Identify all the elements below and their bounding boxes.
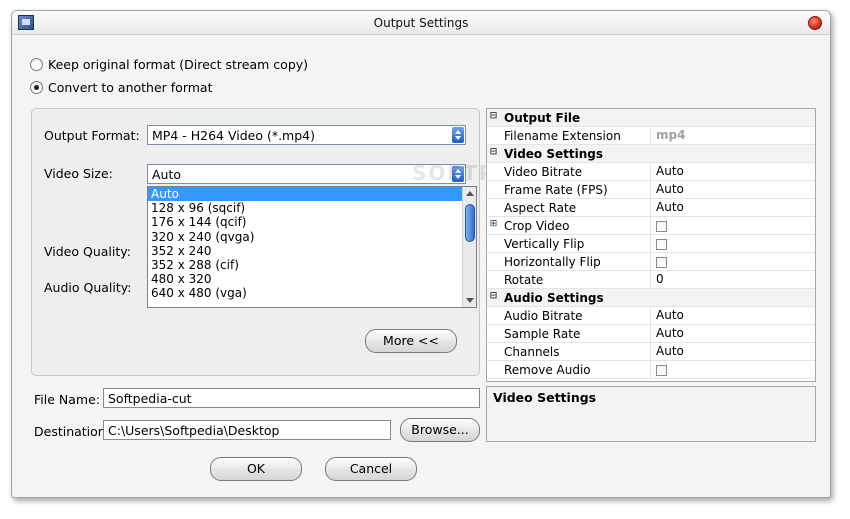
crop-video-checkbox[interactable] — [656, 221, 667, 232]
convert-format-option[interactable]: Convert to another format — [30, 80, 212, 95]
property-name: Vertically Flip — [504, 237, 585, 251]
keep-original-radio[interactable] — [30, 58, 43, 71]
property-value[interactable]: Auto — [650, 163, 815, 181]
property-value — [650, 217, 815, 235]
horizontally-flip-checkbox[interactable] — [656, 257, 667, 268]
property-value[interactable]: Auto — [650, 325, 815, 343]
category-title: Audio Settings — [504, 291, 604, 305]
category-title: Video Settings — [504, 147, 603, 161]
ok-button[interactable]: OK — [210, 457, 302, 481]
audio-quality-label: Audio Quality: — [44, 280, 132, 295]
property-value[interactable]: Auto — [650, 199, 815, 217]
video-size-value: Auto — [152, 167, 182, 182]
property-value[interactable]: 0 — [650, 271, 815, 289]
property-row[interactable]: Sample Rate Auto — [487, 325, 815, 343]
property-name: Frame Rate (FPS) — [504, 183, 608, 197]
property-name: Channels — [504, 345, 560, 359]
convert-format-label: Convert to another format — [48, 80, 213, 95]
property-name: Filename Extension — [504, 129, 621, 143]
dropdown-option[interactable]: Auto — [148, 187, 476, 202]
output-format-label: Output Format: — [44, 128, 140, 143]
property-row[interactable]: Frame Rate (FPS) Auto — [487, 181, 815, 199]
property-row[interactable]: Filename Extension mp4 — [487, 127, 815, 145]
property-value[interactable]: Auto — [650, 343, 815, 361]
property-row[interactable]: Horizontally Flip — [487, 253, 815, 271]
property-value[interactable]: Auto — [650, 307, 815, 325]
cancel-button[interactable]: Cancel — [325, 457, 417, 481]
dropdown-option[interactable]: 320 x 240 (qvga) — [148, 230, 476, 244]
scroll-thumb[interactable] — [465, 204, 475, 242]
remove-audio-checkbox[interactable] — [656, 365, 667, 376]
title-bar[interactable]: Output Settings — [12, 11, 830, 35]
property-row[interactable]: Rotate 0 — [487, 271, 815, 289]
property-grid: ⊟ Output File Filename Extension mp4 ⊟ V… — [486, 108, 816, 382]
category-output-file[interactable]: ⊟ Output File — [487, 109, 815, 127]
destination-input[interactable]: C:\Users\Softpedia\Desktop — [103, 420, 391, 440]
property-row[interactable]: Audio Bitrate Auto — [487, 307, 815, 325]
property-row[interactable]: Video Bitrate Auto — [487, 163, 815, 181]
close-icon[interactable] — [808, 16, 822, 30]
output-format-value: MP4 - H264 Video (*.mp4) — [152, 128, 316, 143]
file-name-label: File Name: — [34, 392, 100, 407]
property-name: Sample Rate — [504, 327, 581, 341]
category-audio-settings[interactable]: ⊟ Audio Settings — [487, 289, 815, 307]
collapse-icon[interactable]: ⊟ — [489, 112, 498, 122]
property-row[interactable]: Channels Auto — [487, 343, 815, 361]
property-name: Audio Bitrate — [504, 309, 583, 323]
convert-format-radio[interactable] — [30, 81, 43, 94]
property-value[interactable]: Auto — [650, 181, 815, 199]
property-name: Aspect Rate — [504, 201, 577, 215]
property-row[interactable]: Aspect Rate Auto — [487, 199, 815, 217]
property-name: Rotate — [504, 273, 544, 287]
category-title: Output File — [504, 111, 581, 125]
property-description: Video Settings — [486, 386, 816, 442]
property-name: Video Bitrate — [504, 165, 583, 179]
property-name: Horizontally Flip — [504, 255, 601, 269]
description-title: Video Settings — [493, 390, 597, 405]
window-title: Output Settings — [373, 16, 469, 30]
vertically-flip-checkbox[interactable] — [656, 239, 667, 250]
video-size-label: Video Size: — [44, 166, 113, 181]
property-value — [650, 253, 815, 271]
keep-original-option[interactable]: Keep original format (Direct stream copy… — [30, 57, 308, 72]
property-value — [650, 235, 815, 253]
keep-original-label: Keep original format (Direct stream copy… — [48, 57, 309, 72]
dropdown-option[interactable]: 640 x 480 (vga) — [148, 286, 476, 300]
output-settings-window: Output Settings Keep original format (Di… — [11, 10, 831, 498]
dropdown-scrollbar[interactable] — [462, 187, 476, 307]
property-name: Remove Audio — [504, 363, 591, 377]
scroll-down-icon[interactable] — [466, 298, 474, 303]
browse-button[interactable]: Browse... — [400, 418, 480, 442]
dropdown-option[interactable]: 480 x 320 — [148, 272, 476, 286]
collapse-icon[interactable]: ⊟ — [489, 148, 498, 158]
dropdown-option[interactable]: 352 x 288 (cif) — [148, 258, 476, 272]
video-size-dropdown: Auto 128 x 96 (sqcif) 176 x 144 (qcif) 3… — [147, 186, 477, 308]
dropdown-option[interactable]: 352 x 240 — [148, 244, 476, 258]
scroll-up-icon[interactable] — [466, 191, 474, 196]
output-format-select[interactable]: MP4 - H264 Video (*.mp4) — [147, 125, 466, 145]
property-row[interactable]: ⊞ Crop Video — [487, 217, 815, 235]
property-name: Crop Video — [504, 219, 570, 233]
destination-label: Destination: — [34, 424, 110, 439]
video-quality-label: Video Quality: — [44, 244, 131, 259]
collapse-icon[interactable]: ⊟ — [489, 292, 498, 302]
dropdown-option[interactable]: 176 x 144 (qcif) — [148, 215, 476, 229]
property-value: mp4 — [650, 127, 815, 145]
file-name-input[interactable]: Softpedia-cut — [103, 388, 480, 408]
more-button[interactable]: More << — [365, 329, 457, 353]
dropdown-option[interactable]: 128 x 96 (sqcif) — [148, 201, 476, 215]
property-row[interactable]: Remove Audio — [487, 361, 815, 379]
spinner-icon[interactable] — [452, 127, 464, 143]
category-video-settings[interactable]: ⊟ Video Settings — [487, 145, 815, 163]
property-value — [650, 361, 815, 379]
expand-icon[interactable]: ⊞ — [489, 220, 498, 230]
property-row[interactable]: Vertically Flip — [487, 235, 815, 253]
